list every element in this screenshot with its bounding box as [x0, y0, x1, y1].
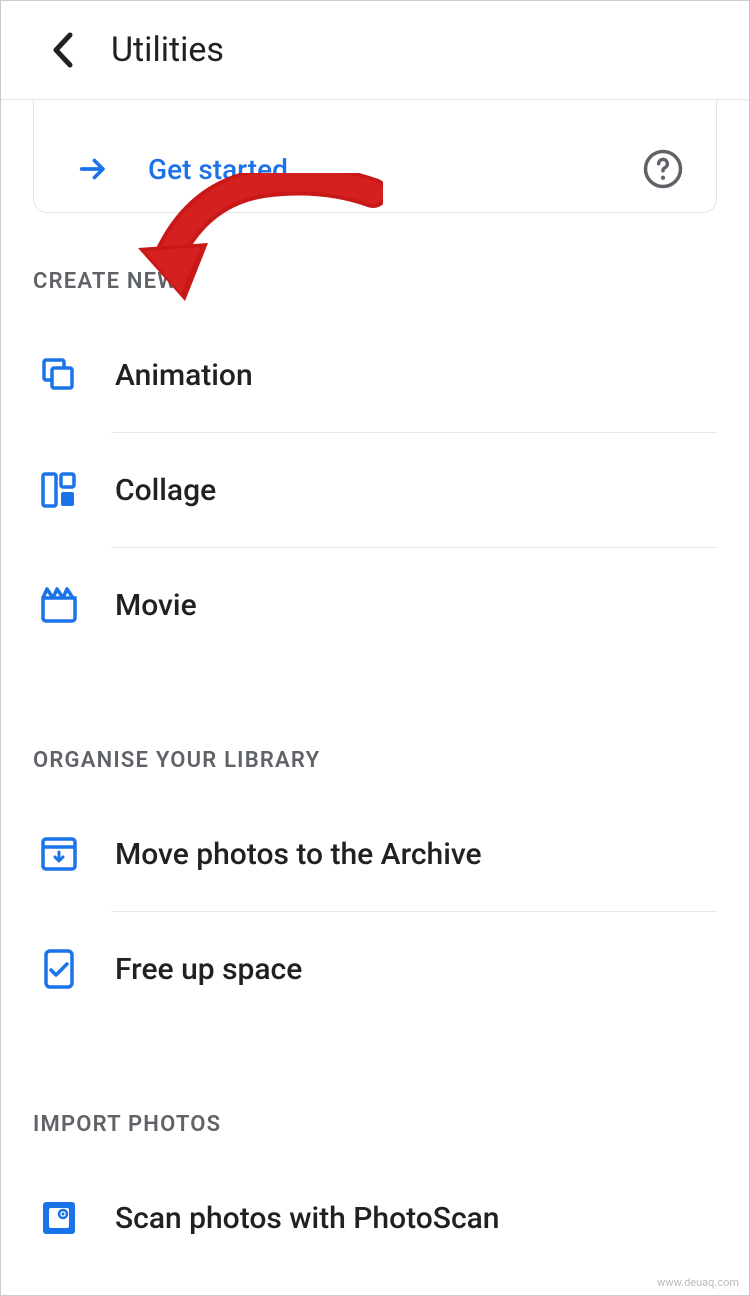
- list-item-label: Free up space: [115, 952, 302, 987]
- help-button[interactable]: [642, 148, 684, 190]
- get-started-link[interactable]: Get started: [148, 153, 642, 186]
- divider: [111, 432, 717, 433]
- free-up-space-icon: [37, 948, 81, 990]
- list-item-collage[interactable]: Collage: [33, 453, 717, 527]
- app-header: Utilities: [1, 1, 749, 100]
- movie-icon: [37, 586, 81, 624]
- watermark: www.deuaq.com: [657, 1276, 739, 1289]
- section-header-create-new: CREATE NEW: [33, 269, 717, 294]
- divider: [111, 911, 717, 912]
- list-item-archive[interactable]: Move photos to the Archive: [33, 817, 717, 891]
- list-item-label: Movie: [115, 588, 197, 623]
- section-header-import: IMPORT PHOTOS: [33, 1112, 717, 1137]
- list-item-animation[interactable]: Animation: [33, 338, 717, 412]
- section-header-organise: ORGANISE YOUR LIBRARY: [33, 748, 717, 773]
- list-item-label: Move photos to the Archive: [115, 837, 482, 872]
- chevron-left-icon: [51, 32, 73, 68]
- list-item-label: Scan photos with PhotoScan: [115, 1201, 500, 1236]
- back-button[interactable]: [41, 29, 83, 71]
- list-item-label: Collage: [115, 473, 216, 508]
- list-item-photoscan[interactable]: Scan photos with PhotoScan: [33, 1181, 717, 1255]
- divider: [111, 547, 717, 548]
- arrow-right-icon: [76, 152, 110, 186]
- help-icon: [642, 148, 684, 190]
- photoscan-icon: [37, 1198, 81, 1238]
- collage-icon: [37, 471, 81, 509]
- list-item-movie[interactable]: Movie: [33, 568, 717, 642]
- get-started-card[interactable]: Get started: [33, 100, 717, 213]
- content-area: Get started CREATE NEW Animation: [1, 100, 749, 1255]
- archive-icon: [37, 835, 81, 873]
- animation-icon: [37, 355, 81, 395]
- list-item-label: Animation: [115, 358, 253, 393]
- page-title: Utilities: [111, 30, 224, 70]
- list-item-freeup[interactable]: Free up space: [33, 932, 717, 1006]
